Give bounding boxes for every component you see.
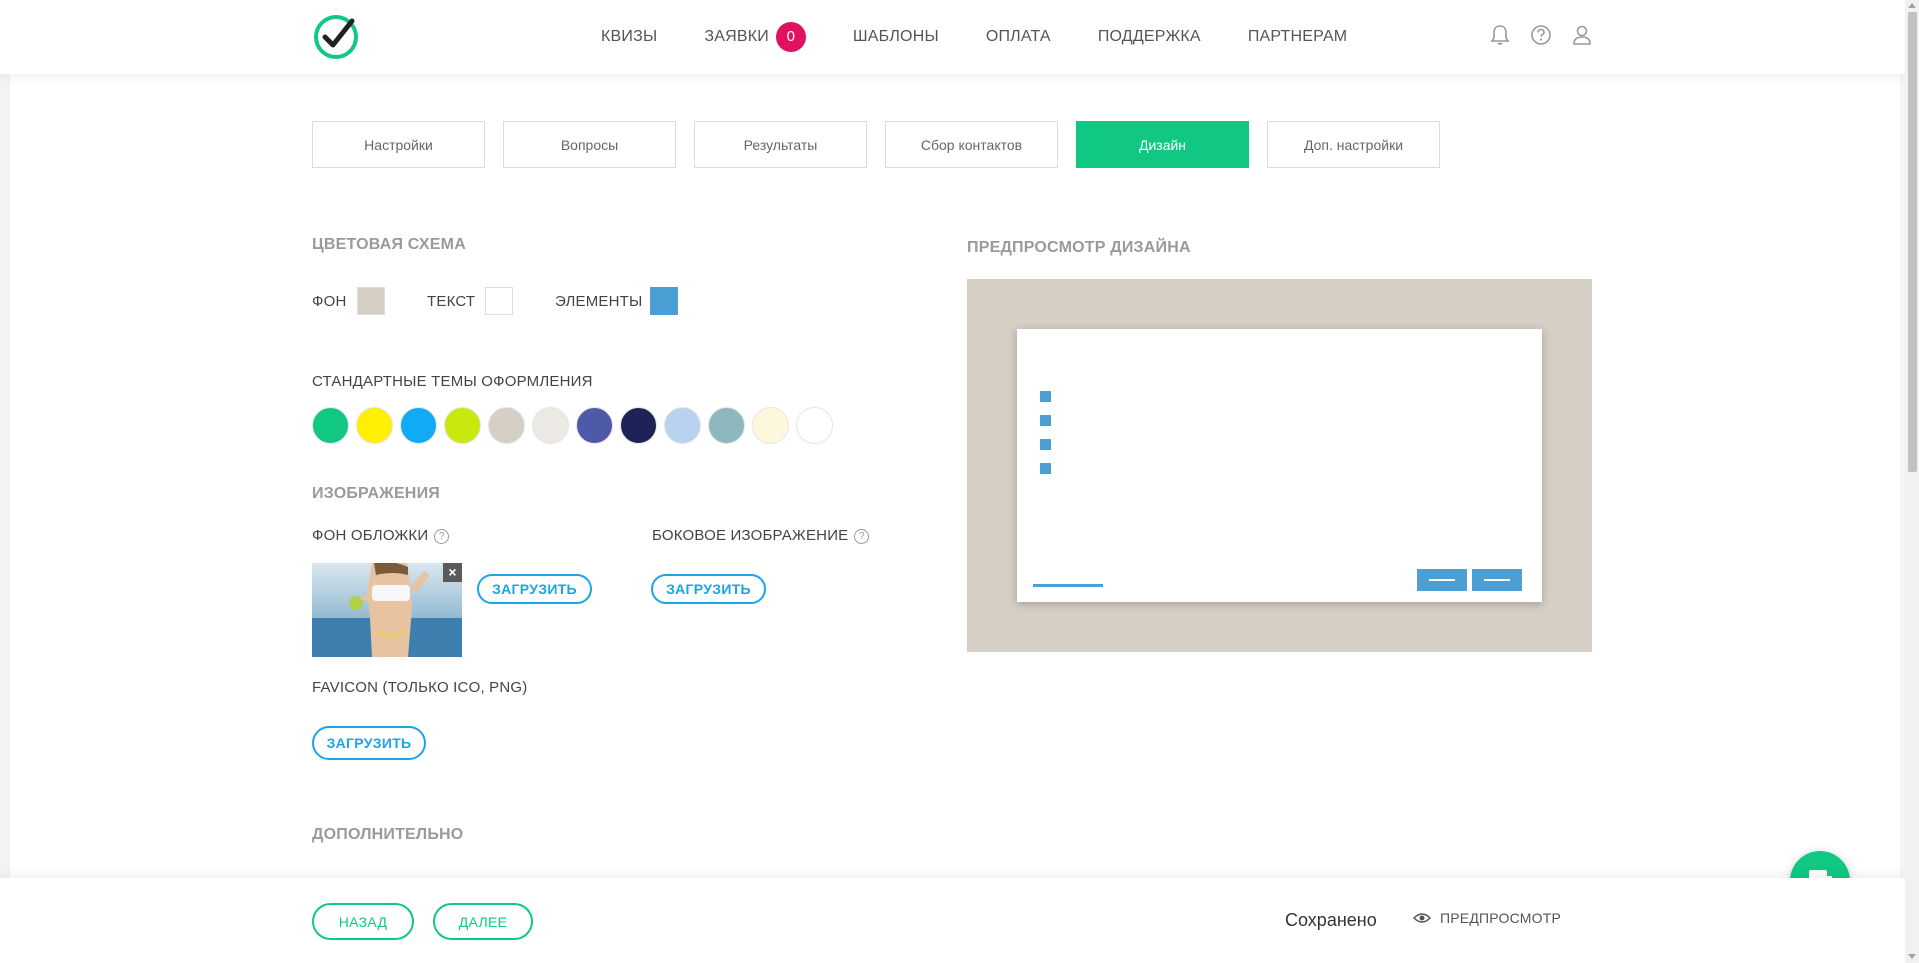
side-image-label-text: БОКОВОЕ ИЗОБРАЖЕНИЕ [652, 527, 849, 544]
cover-bg-label-text: ФОН ОБЛОЖКИ [312, 527, 429, 544]
theme-color-option[interactable] [488, 407, 525, 444]
bg-color-swatch[interactable] [357, 287, 385, 315]
save-status: Сохранено [1285, 910, 1377, 930]
theme-color-option[interactable] [400, 407, 437, 444]
theme-palette [312, 407, 840, 444]
preview-next-button [1472, 569, 1522, 591]
favicon-label: FAVICON (ТОЛЬКО ICO, PNG) [312, 679, 528, 696]
preview-link-label: ПРЕДПРОСМОТР [1440, 910, 1561, 926]
bg-color-label: ФОН [312, 293, 347, 310]
nav-label: ОПЛАТА [985, 28, 1051, 45]
user-icon[interactable] [1569, 22, 1595, 48]
help-icon[interactable]: ? [434, 529, 450, 544]
nav-support[interactable]: ПОДДЕРЖКА [1098, 28, 1201, 46]
nav-label: ШАБЛОНЫ [852, 28, 939, 45]
nav-templates[interactable]: ШАБЛОНЫ [853, 28, 939, 46]
preview-option-marker [1040, 463, 1051, 474]
nav-partners[interactable]: ПАРТНЕРАМ [1248, 28, 1348, 46]
cover-photo-image [312, 563, 462, 657]
cover-image-thumbnail: × [312, 563, 462, 657]
scroll-down-arrow-icon[interactable] [1908, 954, 1916, 959]
scroll-up-arrow-icon[interactable] [1908, 3, 1916, 8]
design-preview-heading: ПРЕДПРОСМОТР ДИЗАЙНА [967, 239, 1191, 256]
preview-progress-line [1033, 584, 1103, 587]
help-icon[interactable] [1528, 22, 1554, 48]
theme-color-option[interactable] [356, 407, 393, 444]
requests-count-badge: 0 [775, 22, 806, 52]
main-nav: КВИЗЫ ЗАЯВКИ 0 ШАБЛОНЫ ОПЛАТА ПОДДЕРЖКА … [601, 0, 1347, 74]
text-color-swatch[interactable] [485, 287, 513, 315]
additional-heading: ДОПОЛНИТЕЛЬНО [312, 826, 464, 843]
tab-design[interactable]: Дизайн [1076, 121, 1249, 168]
theme-color-option[interactable] [620, 407, 657, 444]
nav-label: КВИЗЫ [601, 28, 658, 45]
tab-results[interactable]: Результаты [694, 121, 867, 168]
theme-color-option[interactable] [708, 407, 745, 444]
theme-color-option[interactable] [576, 407, 613, 444]
design-preview [967, 279, 1592, 652]
theme-color-option[interactable] [444, 407, 481, 444]
logo-icon[interactable] [312, 13, 360, 61]
upload-side-image-button[interactable]: ЗАГРУЗИТЬ [651, 574, 766, 604]
remove-image-icon[interactable]: × [443, 563, 462, 582]
next-button[interactable]: ДАЛЕЕ [433, 903, 533, 940]
elements-color-label: ЭЛЕМЕНТЫ [555, 293, 643, 310]
elements-color-swatch[interactable] [650, 287, 678, 315]
tab-extra-settings[interactable]: Доп. настройки [1267, 121, 1440, 168]
tab-questions[interactable]: Вопросы [503, 121, 676, 168]
back-button[interactable]: НАЗАД [312, 903, 414, 940]
preview-option-marker [1040, 391, 1051, 402]
color-scheme-heading: ЦВЕТОВАЯ СХЕМА [312, 236, 466, 253]
side-image-label: БОКОВОЕ ИЗОБРАЖЕНИЕ? [652, 527, 870, 544]
tab-settings[interactable]: Настройки [312, 121, 485, 168]
themes-heading: СТАНДАРТНЫЕ ТЕМЫ ОФОРМЛЕНИЯ [312, 373, 593, 390]
top-header: КВИЗЫ ЗАЯВКИ 0 ШАБЛОНЫ ОПЛАТА ПОДДЕРЖКА … [0, 0, 1905, 74]
page-scrollbar[interactable] [1905, 0, 1919, 963]
scrollbar-thumb[interactable] [1908, 12, 1917, 472]
theme-color-option[interactable] [752, 407, 789, 444]
help-icon[interactable]: ? [854, 529, 870, 544]
preview-card [1017, 329, 1542, 602]
preview-option-marker [1040, 439, 1051, 450]
theme-color-option[interactable] [532, 407, 569, 444]
nav-label: ПАРТНЕРАМ [1247, 28, 1348, 45]
upload-favicon-button[interactable]: ЗАГРУЗИТЬ [312, 726, 426, 760]
eye-icon [1413, 913, 1431, 923]
upload-cover-button[interactable]: ЗАГРУЗИТЬ [477, 574, 592, 604]
nav-requests[interactable]: ЗАЯВКИ 0 [704, 22, 806, 52]
preview-link[interactable]: ПРЕДПРОСМОТР [1413, 910, 1561, 926]
preview-option-marker [1040, 415, 1051, 426]
bottom-action-bar [0, 878, 1905, 963]
editor-tabs: Настройки Вопросы Результаты Сбор контак… [312, 121, 1458, 168]
images-heading: ИЗОБРАЖЕНИЯ [312, 485, 440, 502]
cover-bg-label: ФОН ОБЛОЖКИ? [312, 527, 450, 544]
text-color-label: ТЕКСТ [427, 293, 476, 310]
nav-label: ЗАЯВКИ [704, 28, 769, 45]
theme-color-option[interactable] [664, 407, 701, 444]
preview-back-button [1417, 569, 1467, 591]
bell-icon[interactable] [1487, 22, 1513, 48]
tab-contacts[interactable]: Сбор контактов [885, 121, 1058, 168]
theme-color-option[interactable] [796, 407, 833, 444]
theme-color-option[interactable] [312, 407, 349, 444]
nav-quizzes[interactable]: КВИЗЫ [601, 28, 657, 46]
nav-payment[interactable]: ОПЛАТА [986, 28, 1051, 46]
nav-label: ПОДДЕРЖКА [1097, 28, 1201, 45]
